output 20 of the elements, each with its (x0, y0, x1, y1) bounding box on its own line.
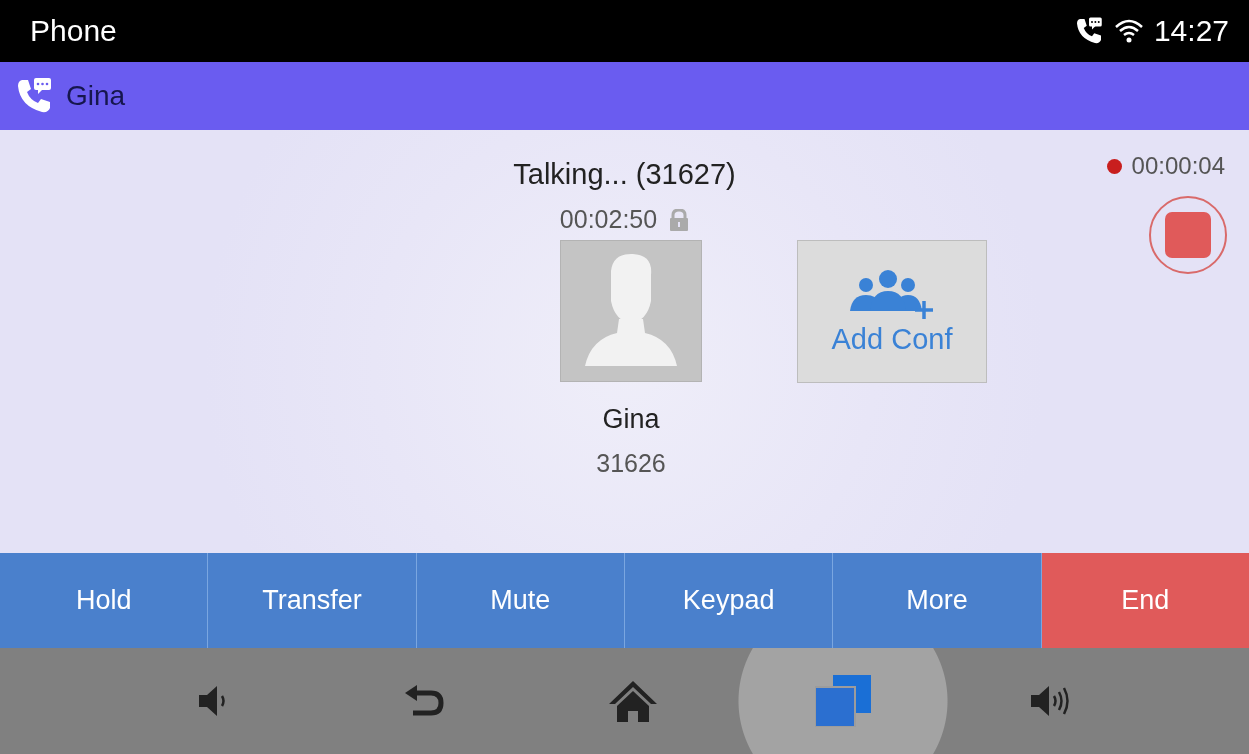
recording-time: 00:00:04 (1131, 152, 1225, 180)
recent-apps-icon (815, 675, 871, 727)
app-title: Phone (30, 14, 118, 48)
caller-number: 31626 (596, 449, 666, 478)
nav-button[interactable] (738, 648, 948, 754)
add-conference-button[interactable]: Add Conf (797, 240, 987, 383)
call-action-button[interactable]: Keypad (625, 553, 834, 648)
caller-name: Gina (602, 404, 660, 435)
record-stop-button[interactable] (1149, 196, 1227, 274)
home-icon (608, 679, 658, 723)
end-call-button[interactable]: End (1041, 553, 1249, 648)
contact-name: Gina (66, 80, 126, 112)
call-action-button[interactable]: Transfer (208, 553, 417, 648)
call-action-button[interactable]: More (833, 553, 1042, 648)
clock-time: 14:27 (1153, 14, 1229, 48)
call-action-button[interactable]: Mute (416, 553, 625, 648)
call-status: Talking... (31627) (513, 158, 736, 191)
call-duration: 00:02:50 (559, 205, 658, 234)
wifi-icon (1113, 18, 1144, 44)
call-action-button[interactable]: Hold (0, 553, 209, 648)
